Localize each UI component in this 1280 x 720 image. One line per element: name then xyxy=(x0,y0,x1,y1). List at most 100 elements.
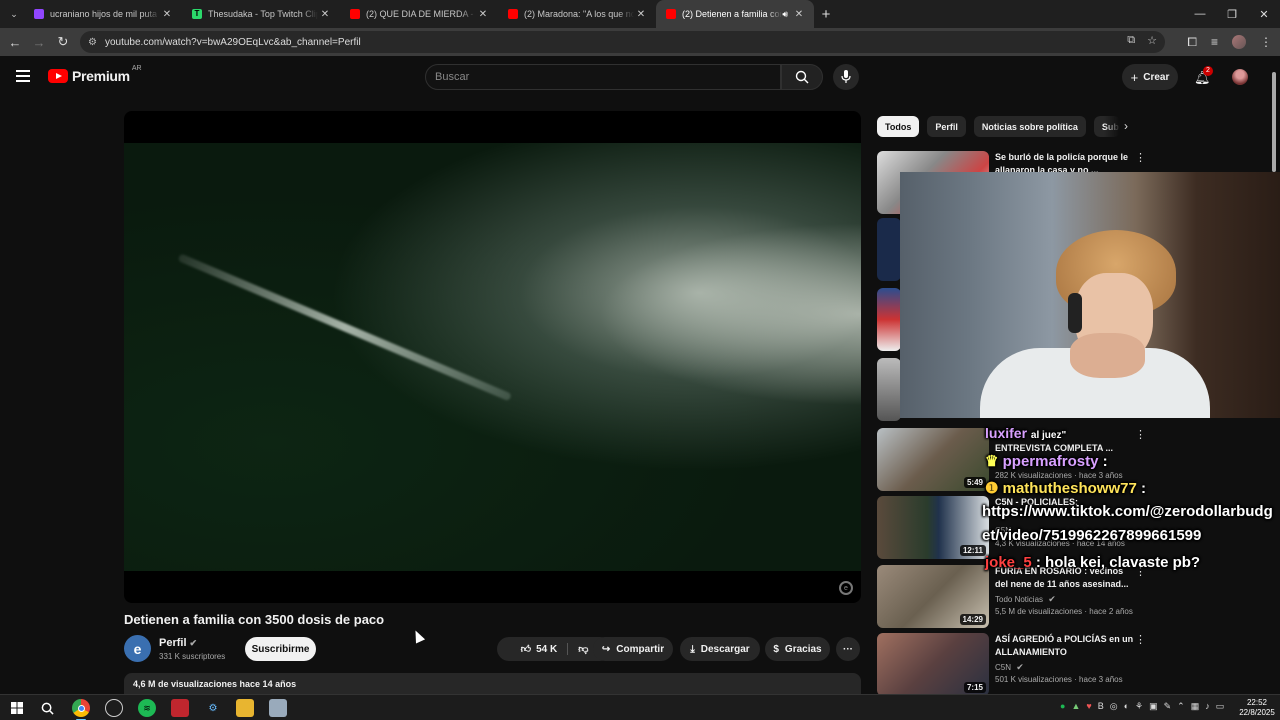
close-icon[interactable]: ✕ xyxy=(634,9,648,20)
spotify-icon[interactable]: ≋ xyxy=(138,699,156,717)
minimize-icon[interactable]: — xyxy=(1184,8,1216,21)
tab-title: (2) QUE DIA DE MIERDA - YouT xyxy=(366,9,476,19)
restore-icon[interactable]: ❐ xyxy=(1216,8,1248,21)
youtube-icon xyxy=(350,9,360,19)
more-vert-icon[interactable]: ⋮ xyxy=(1135,633,1146,646)
recommendation-title: ASÍ AGREDIÓ a POLICÍAS en un ALLANAMIENT… xyxy=(995,634,1134,657)
recommendation-channel: Todo Noticias ✔ xyxy=(995,594,1056,604)
close-window-icon[interactable]: ✕ xyxy=(1248,8,1280,21)
video-thumbnail xyxy=(877,218,901,281)
search-button[interactable] xyxy=(781,64,823,90)
close-icon[interactable]: ✕ xyxy=(792,9,806,20)
bookmark-star-icon[interactable]: ☆ xyxy=(1147,34,1157,47)
more-vert-icon[interactable]: ⋮ xyxy=(1135,151,1146,164)
tab-search-icon[interactable]: ⌄ xyxy=(4,4,24,24)
tab-title: (2) Detienen a familia con 3 xyxy=(682,9,783,19)
back-icon[interactable]: ← xyxy=(3,35,27,50)
address-bar[interactable]: ⚙ youtube.com/watch?v=bwA29OEqLvc&ab_cha… xyxy=(80,31,1165,53)
media-control-icon[interactable]: ≡ xyxy=(1211,35,1218,49)
tray-icon[interactable]: ⌃ xyxy=(1177,701,1185,712)
chip-perfil[interactable]: Perfil xyxy=(927,116,966,137)
search-icon[interactable] xyxy=(38,699,56,717)
chat-text: : hola kei, clavaste pb? xyxy=(1035,554,1201,571)
browser-menu-icon[interactable]: ⋮ xyxy=(1260,35,1272,49)
like-button[interactable]: 👍︎ 54 K xyxy=(521,643,569,655)
recommendation-channel: C5N ✔ xyxy=(995,662,1024,672)
chat-username: mathutheshoww77 xyxy=(1002,480,1137,497)
subscriber-count: 331 K suscriptores xyxy=(159,652,226,661)
windows-start-icon[interactable] xyxy=(8,699,26,717)
microphone-icon xyxy=(841,70,851,83)
youtube-play-icon xyxy=(48,69,68,83)
dislike-button[interactable]: 👎︎ xyxy=(574,643,588,655)
chat-username: ppermafrosty xyxy=(1002,453,1099,470)
search-input[interactable]: Buscar xyxy=(425,64,781,90)
site-info-icon[interactable]: ⚙ xyxy=(88,37,97,48)
chat-message-link-part2: et/video/7519962267899661599 xyxy=(982,527,1202,544)
subscribe-button[interactable]: Suscribirme xyxy=(245,637,316,661)
tray-icon[interactable]: ◎ xyxy=(1110,701,1118,712)
media-app-icon[interactable] xyxy=(171,699,189,717)
video-thumbnail xyxy=(877,288,901,351)
profile-avatar[interactable] xyxy=(1232,35,1246,49)
youtube-logo[interactable]: Premium AR xyxy=(48,65,142,84)
hamburger-menu-icon[interactable] xyxy=(16,70,30,82)
streamer-webcam xyxy=(900,172,1280,418)
file-explorer-icon[interactable] xyxy=(236,699,254,717)
thanks-button[interactable]: $ Gracias xyxy=(765,637,830,661)
browser-tab-1[interactable]: T Thesudaka - Top Twitch Clips - T ✕ xyxy=(182,0,340,28)
more-vert-icon[interactable]: ⋮ xyxy=(1135,428,1146,441)
close-icon[interactable]: ✕ xyxy=(318,9,332,20)
browser-tab-4[interactable]: (2) Detienen a familia con 3 🔊︎ ✕ xyxy=(656,0,814,28)
channel-watermark-icon[interactable]: e xyxy=(839,581,853,595)
app-icon[interactable] xyxy=(269,699,287,717)
recommendation-item[interactable]: 7:15 ASÍ AGREDIÓ a POLICÍAS en un ALLANA… xyxy=(877,633,1272,696)
more-actions-button[interactable]: ··· xyxy=(836,637,860,661)
speaker-icon[interactable]: 🔊︎ xyxy=(782,9,788,20)
chrome-icon[interactable] xyxy=(72,699,90,720)
video-thumbnail: 5:49 xyxy=(877,428,989,491)
tray-icon[interactable]: ⚘ xyxy=(1135,701,1143,712)
forward-icon[interactable]: → xyxy=(27,35,51,50)
spotify-tray-icon[interactable]: ● xyxy=(1060,701,1065,712)
recommendation-item[interactable]: 14:29 FURIA EN ROSARIO : vecinos del nen… xyxy=(877,565,1272,628)
obs-icon[interactable] xyxy=(105,699,123,717)
browser-tab-2[interactable]: (2) QUE DIA DE MIERDA - YouT ✕ xyxy=(340,0,498,28)
close-icon[interactable]: ✕ xyxy=(476,9,490,20)
channel-name-link[interactable]: Perfil ✔ xyxy=(159,637,197,649)
wifi-icon[interactable]: ▦ xyxy=(1191,701,1200,712)
network-app-icon[interactable]: ⚙ xyxy=(204,699,222,717)
battery-icon[interactable]: ▭ xyxy=(1216,701,1225,712)
tray-icon[interactable]: ✎ xyxy=(1164,701,1172,712)
create-button[interactable]: + Crear xyxy=(1122,64,1178,90)
reload-icon[interactable]: ↻ xyxy=(51,34,75,50)
tray-icon[interactable]: B xyxy=(1098,701,1104,712)
taskbar-clock[interactable]: 22:52 22/8/2025 xyxy=(1236,698,1278,718)
chevron-right-icon[interactable]: › xyxy=(1124,119,1128,133)
chip-noticias-politica[interactable]: Noticias sobre política xyxy=(973,116,1086,137)
chip-todos[interactable]: Todos xyxy=(877,116,920,137)
tray-icon[interactable]: ♥ xyxy=(1086,701,1091,712)
extensions-icon[interactable]: ⧠ xyxy=(1187,35,1197,50)
tray-icon[interactable]: ◐ xyxy=(1124,701,1129,712)
channel-avatar[interactable]: e xyxy=(124,635,151,662)
voice-search-button[interactable] xyxy=(833,64,859,90)
browser-tab-0[interactable]: ucraniano hijos de mil puta - Tw ✕ xyxy=(24,0,182,28)
thumbs-up-icon: 👍︎ xyxy=(520,644,532,655)
cast-icon[interactable]: ⧉ xyxy=(1127,34,1135,47)
close-icon[interactable]: ✕ xyxy=(160,9,174,20)
chip-sub[interactable]: Sub xyxy=(1093,116,1120,137)
new-tab-button[interactable]: + xyxy=(814,6,838,23)
video-title: Detienen a familia con 3500 dosis de pac… xyxy=(124,612,385,627)
tab-title: ucraniano hijos de mil puta - Tw xyxy=(50,9,160,19)
account-avatar[interactable] xyxy=(1232,69,1248,85)
volume-icon[interactable]: ♪ xyxy=(1205,701,1210,712)
clock-date: 22/8/2025 xyxy=(1239,708,1275,717)
tray-icon[interactable]: ▣ xyxy=(1149,701,1158,712)
download-button[interactable]: ⤓ Descargar xyxy=(680,637,760,661)
tray-icon[interactable]: ▲ xyxy=(1071,701,1080,712)
share-button[interactable]: ↪ Compartir xyxy=(593,637,673,661)
description-box[interactable]: 4,6 M de visualizaciones hace 14 años xyxy=(124,673,861,695)
browser-tab-3[interactable]: (2) Maradona: "A los que no cre ✕ xyxy=(498,0,656,28)
video-player[interactable]: e xyxy=(124,111,861,603)
